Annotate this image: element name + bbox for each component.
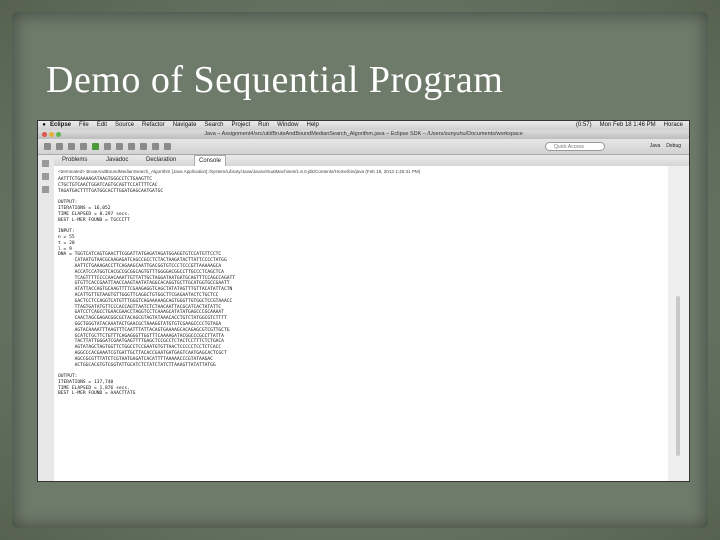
menu-source[interactable]: Source: [115, 121, 134, 130]
quick-access-input[interactable]: Quick Access: [545, 142, 605, 151]
perspective-switcher: Java Debug: [650, 142, 681, 151]
window-controls: [42, 132, 61, 137]
console-description: <terminated> BruteAndBoundMedianSearch_A…: [58, 169, 421, 174]
minimize-window-button[interactable]: [49, 132, 54, 137]
console-view[interactable]: <terminated> BruteAndBoundMedianSearch_A…: [54, 166, 669, 481]
external-tools-icon[interactable]: [104, 143, 111, 150]
menu-search[interactable]: Search: [204, 121, 223, 130]
perspective-debug[interactable]: Debug: [666, 142, 681, 151]
restore-icon[interactable]: [42, 160, 49, 167]
window-title: Java – Assignment4/src/util/BruteAndBoun…: [204, 131, 523, 137]
new-icon[interactable]: [44, 143, 51, 150]
forward-icon[interactable]: [164, 143, 171, 150]
console-scrollbar[interactable]: [668, 166, 689, 481]
eclipse-screenshot: ● Eclipse File Edit Source Refactor Navi…: [37, 120, 690, 482]
menu-window[interactable]: Window: [277, 121, 298, 130]
clock[interactable]: Mon Feb 18 1:46 PM: [600, 121, 656, 130]
menu-edit[interactable]: Edit: [97, 121, 107, 130]
open-type-icon[interactable]: [128, 143, 135, 150]
tab-declaration[interactable]: Declaration: [142, 155, 180, 166]
left-trim-bar: [38, 155, 55, 481]
menubar-status: (0:57) Mon Feb 18 1:46 PM Horace: [576, 121, 683, 130]
slide-title: Demo of Sequential Program: [46, 59, 504, 101]
window-titlebar: Java – Assignment4/src/util/BruteAndBoun…: [38, 130, 689, 139]
search-icon[interactable]: [140, 143, 147, 150]
battery-status[interactable]: (0:57): [576, 121, 592, 130]
user-name[interactable]: Horace: [664, 121, 683, 130]
package-explorer-icon[interactable]: [42, 173, 49, 180]
menu-help[interactable]: Help: [306, 121, 318, 130]
tab-problems[interactable]: Problems: [58, 155, 91, 166]
apple-icon[interactable]: ●: [38, 121, 50, 130]
hierarchy-icon[interactable]: [42, 186, 49, 193]
toolbar-icons: [44, 143, 171, 150]
main-toolbar: Quick Access Java Debug: [38, 139, 689, 155]
new-class-icon[interactable]: [116, 143, 123, 150]
menu-navigate[interactable]: Navigate: [173, 121, 197, 130]
menu-run[interactable]: Run: [258, 121, 269, 130]
tab-console[interactable]: Console: [194, 155, 227, 166]
run-icon[interactable]: [92, 143, 99, 150]
menu-file[interactable]: File: [79, 121, 89, 130]
zoom-window-button[interactable]: [56, 132, 61, 137]
back-icon[interactable]: [152, 143, 159, 150]
close-window-button[interactable]: [42, 132, 47, 137]
console-output[interactable]: AATTTCTGAAAAGATAAGTGGGCCTCTGAAGTTC CTGCT…: [58, 177, 235, 397]
menu-app[interactable]: Eclipse: [50, 121, 71, 130]
menu-refactor[interactable]: Refactor: [142, 121, 165, 130]
debug-icon[interactable]: [80, 143, 87, 150]
tab-javadoc[interactable]: Javadoc: [102, 155, 132, 166]
scrollbar-thumb[interactable]: [676, 296, 680, 456]
print-icon[interactable]: [68, 143, 75, 150]
mac-menubar: ● Eclipse File Edit Source Refactor Navi…: [38, 121, 689, 130]
perspective-java[interactable]: Java: [650, 142, 661, 151]
save-icon[interactable]: [56, 143, 63, 150]
menu-project[interactable]: Project: [231, 121, 250, 130]
